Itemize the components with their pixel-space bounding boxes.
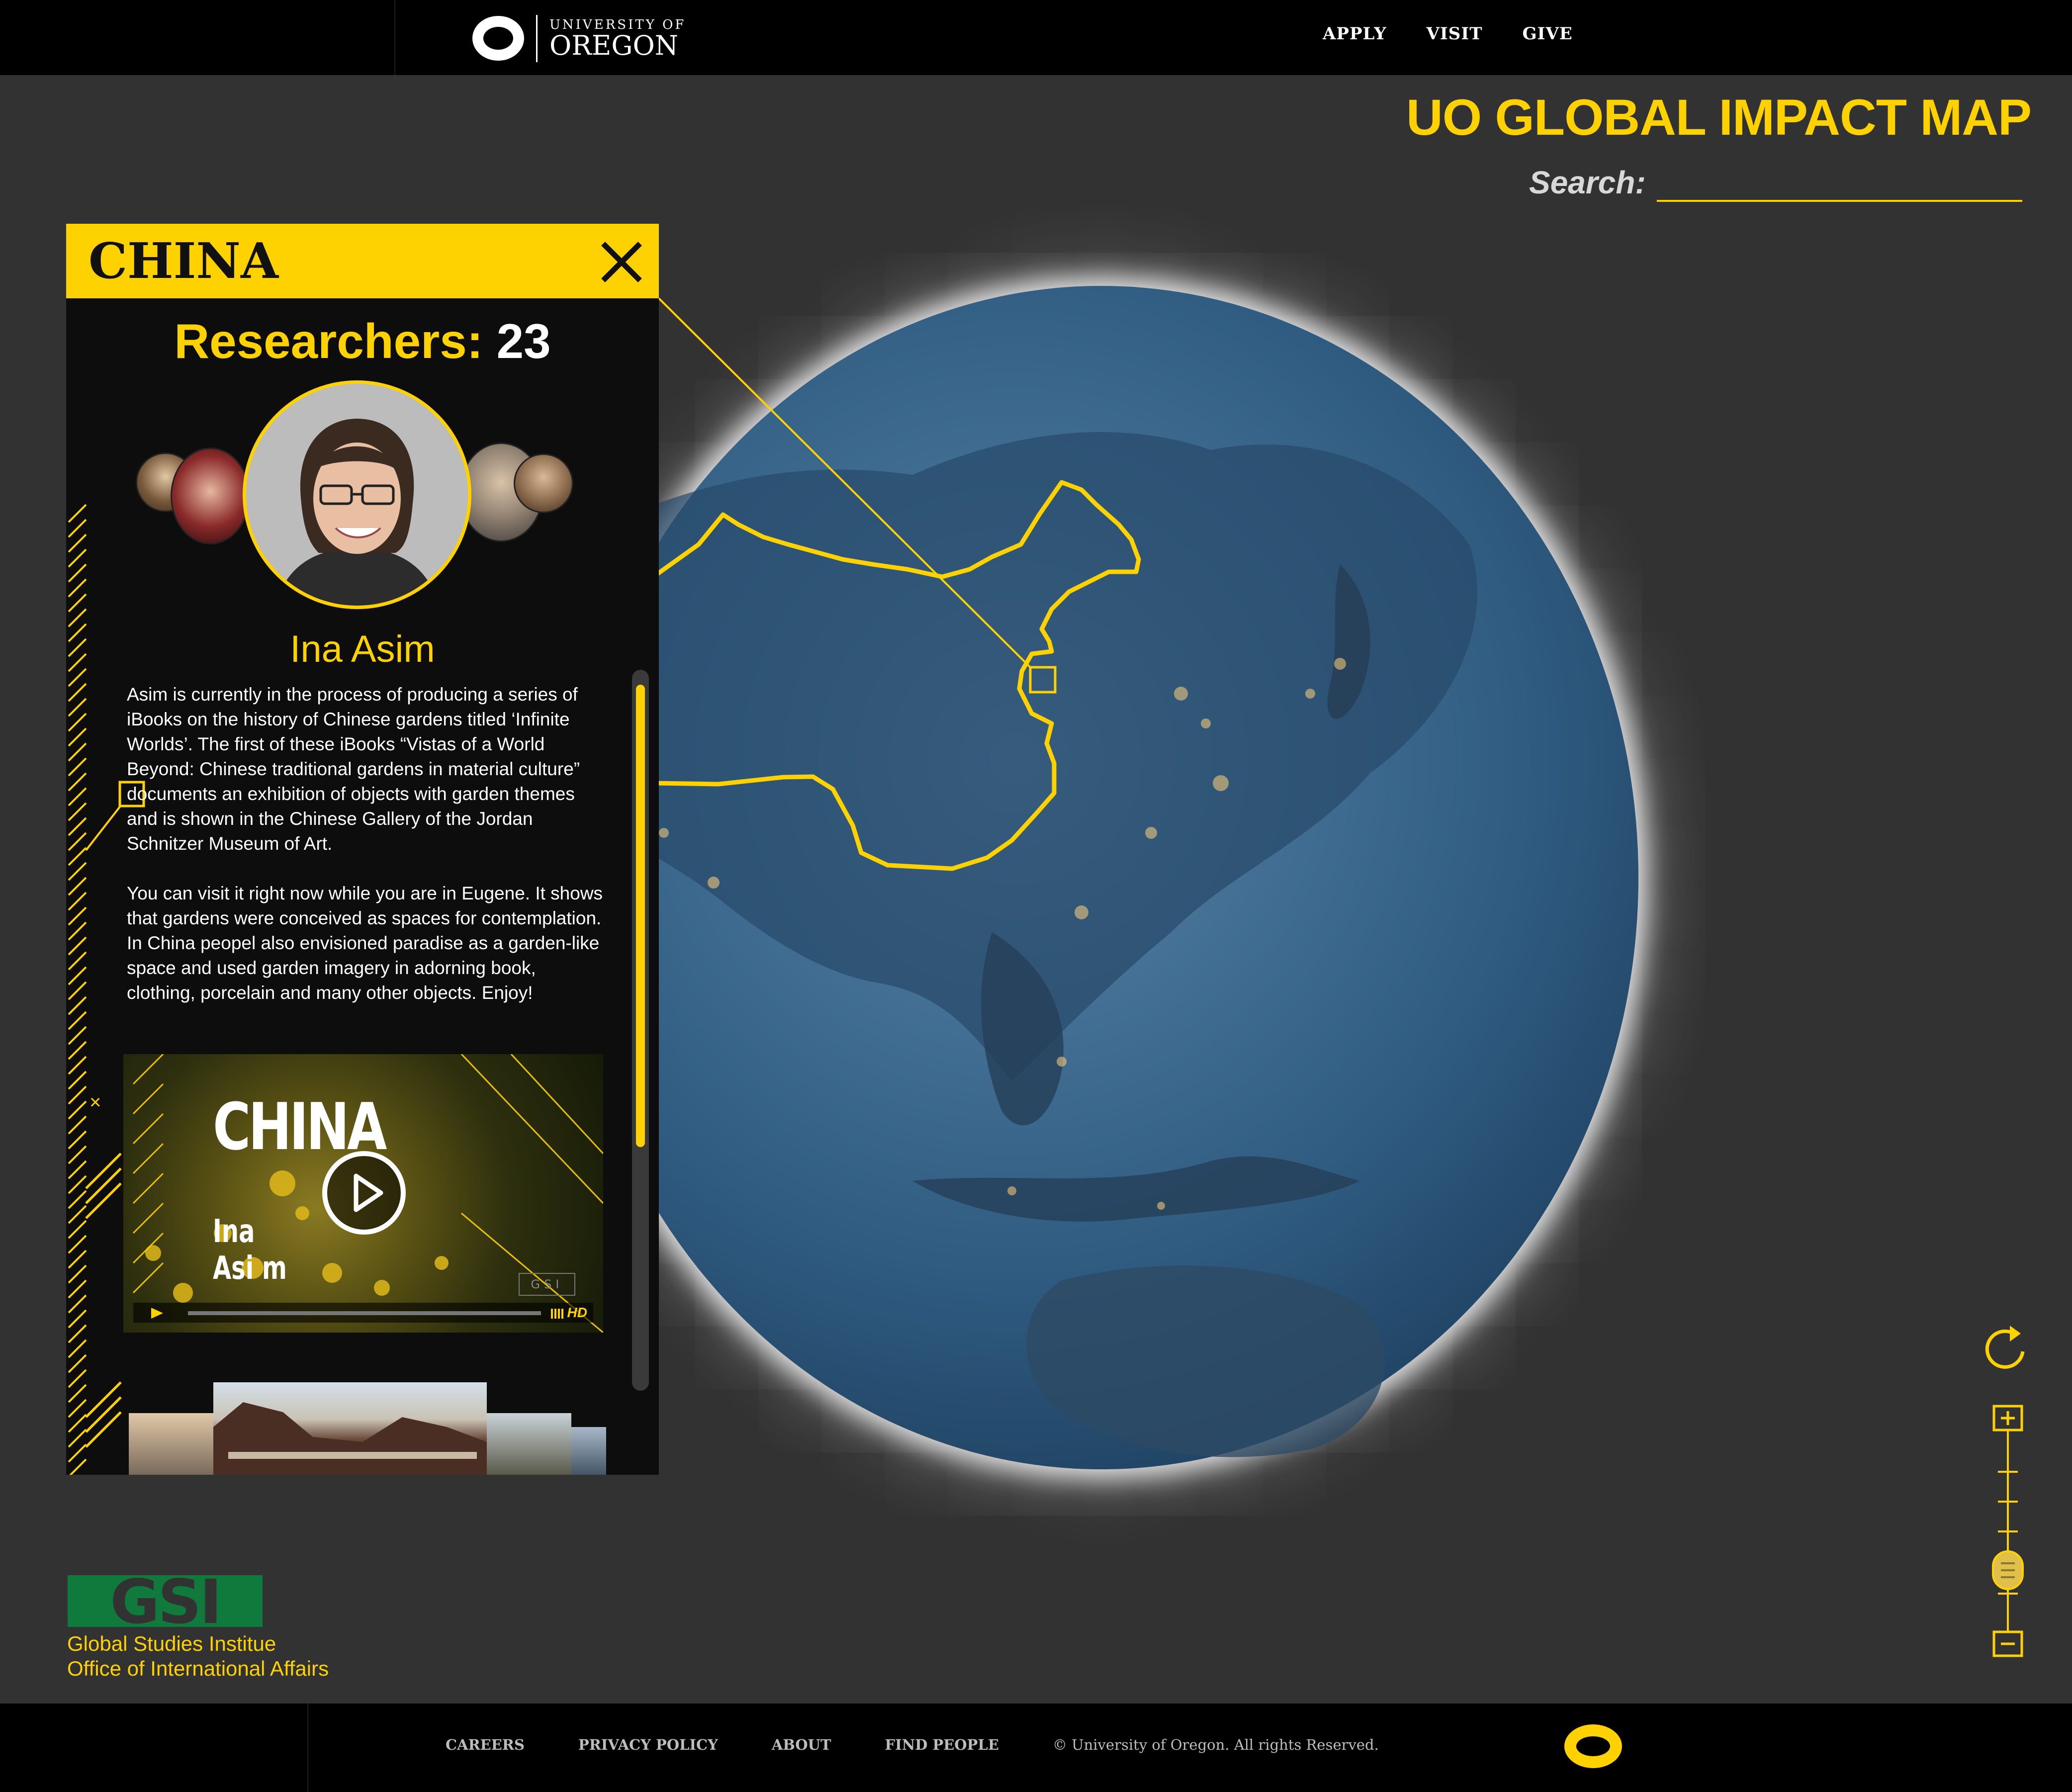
video-subtitle-line: Asi m [213,1250,287,1287]
gsi-letters: GSI [110,1575,220,1627]
researcher-avatar[interactable] [514,453,573,513]
researcher-avatar[interactable] [171,448,250,544]
close-icon[interactable] [599,240,644,284]
gallery-thumb[interactable] [213,1382,487,1475]
scroll-thumb[interactable] [636,685,645,1147]
gallery-thumb[interactable] [129,1413,213,1475]
video-player[interactable]: CHINA Ina Asi m GSI HD [123,1054,603,1333]
gsi-office: Office of International Affairs [67,1657,329,1680]
small-play-icon[interactable] [148,1307,168,1320]
video-controls: HD [133,1303,593,1323]
svg-text:×: × [90,1091,101,1113]
refresh-icon[interactable] [1985,1326,2025,1369]
gallery-thumb[interactable] [487,1413,571,1475]
gallery-image [213,1402,487,1475]
play-button[interactable] [322,1151,406,1235]
volume-icon[interactable] [551,1307,568,1320]
zoom-in-icon[interactable] [1992,1405,2023,1432]
copyright: © University of Oregon. All rights Reser… [1052,1736,1379,1753]
researchers-number: 23 [496,314,551,368]
researcher-name: Ina Asim [290,628,435,670]
bio-paragraph: You can visit it right now while you are… [127,883,603,1003]
footer-link-about[interactable]: ABOUT [772,1736,831,1753]
footer-link-careers[interactable]: CAREERS [446,1736,525,1753]
video-watermark: GSI [519,1273,575,1296]
footer-link-privacy[interactable]: PRIVACY POLICY [578,1736,718,1753]
researcher-bio: Asim is currently in the process of prod… [127,682,604,1030]
bio-paragraph: Asim is currently in the process of prod… [127,684,580,854]
footer-link-find-people[interactable]: FIND PEOPLE [885,1736,999,1753]
panel-header: CHINA [66,224,659,298]
panel-country: CHINA [89,233,279,290]
footer-nav: CAREERS PRIVACY POLICY ABOUT FIND PEOPLE… [446,1736,1379,1753]
zoom-out-icon[interactable] [1992,1630,2023,1657]
gsi-name: Global Studies Institue [67,1632,276,1655]
researchers-label: Researchers: [174,314,483,368]
hd-toggle[interactable]: HD [567,1305,587,1321]
video-progress-bar[interactable] [188,1311,541,1315]
panel-scrollbar[interactable] [632,670,649,1391]
gsi-logo[interactable]: GSI [68,1575,263,1627]
video-subtitle-line: Ina [213,1213,255,1250]
photo-gallery [129,1382,606,1475]
portrait-image [246,384,468,606]
footer-o-icon[interactable] [1564,1724,1622,1768]
zoom-handle[interactable] [1992,1550,2024,1590]
gallery-thumb[interactable] [571,1427,606,1475]
info-panel: CHINA Researchers: 23 × Ina Asim Asim is… [66,224,659,1475]
researchers-count: Researchers: 23 [66,313,659,369]
divider [307,1703,308,1792]
play-icon [354,1173,383,1212]
video-subtitle: Ina Asi m [213,1213,287,1287]
map-tools [1985,1326,2025,1657]
connector-line [658,297,1031,668]
researcher-portrait[interactable] [243,380,471,609]
footer: CAREERS PRIVACY POLICY ABOUT FIND PEOPLE… [0,1703,2072,1792]
